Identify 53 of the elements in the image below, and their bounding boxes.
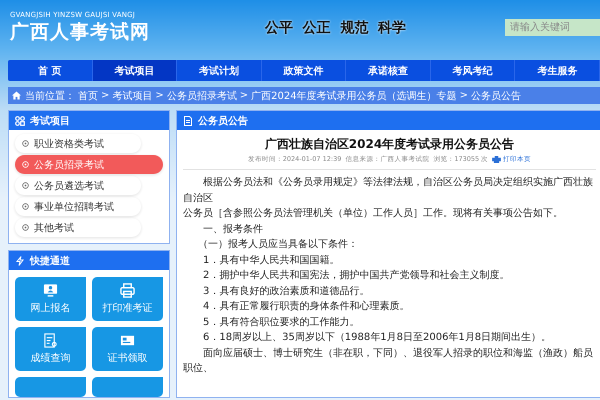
- breadcrumb-separator: >: [155, 90, 164, 101]
- breadcrumb-separator: >: [240, 90, 248, 101]
- breadcrumb-label: 当前位置：: [25, 90, 75, 102]
- article-paragraph: 2．拥护中华人民共和国宪法，拥护中国共产党领导和社会主义制度。: [202, 268, 510, 283]
- article-paragraph: 3．具有良好的政治素质和道德品行。: [202, 284, 370, 298]
- home-icon: [12, 91, 21, 100]
- monitor-person-icon: [43, 283, 58, 298]
- quick-link-tile[interactable]: [15, 377, 86, 397]
- exam-category-item[interactable]: 公务员招录考试: [15, 155, 163, 174]
- card-icon: [120, 333, 135, 348]
- exam-category-item[interactable]: 公务员遴选考试: [15, 176, 141, 195]
- nav-tab[interactable]: 考生服务: [515, 60, 600, 81]
- breadcrumb-link[interactable]: 考试项目: [112, 88, 152, 102]
- panel-title: 快捷通道: [30, 254, 70, 268]
- exam-category-item[interactable]: 职业资格类考试: [15, 134, 141, 153]
- slogan: 公平 公正 规范 科学: [265, 18, 406, 36]
- article-paragraph: 一、报考条件: [202, 222, 264, 236]
- nav-tab[interactable]: 承诺核查: [346, 60, 431, 81]
- circle-icon: [22, 140, 29, 147]
- article-paragraph: 公务员［含参照公务员法管理机关（单位）工作人员］工作。现将有关事项公告如下。: [183, 206, 564, 221]
- breadcrumb-separator: >: [460, 90, 468, 101]
- search-field[interactable]: 请输入关键词: [505, 19, 600, 36]
- panel-title: 公务员公告: [198, 114, 248, 128]
- breadcrumb-link[interactable]: 首页: [78, 88, 98, 102]
- breadcrumb-link[interactable]: 公务员公告: [471, 88, 522, 102]
- article-paragraph: （一）报考人员应当具备以下条件：: [197, 238, 359, 252]
- article-paragraph: 根据公务员法和《公务员录用规定》等法律法规，自治区公务员局决定组织实施广西壮族自治区: [183, 176, 594, 206]
- nav-tab[interactable]: 政策文件: [262, 60, 346, 81]
- article-paragraph: 4．具有正常履行职责的身体条件和心理素质。: [202, 300, 410, 314]
- grid-icon: [15, 116, 25, 126]
- logo-title: 广西人事考试网: [10, 20, 151, 44]
- circle-icon: [22, 161, 29, 168]
- breadcrumb-link[interactable]: 广西2024年度考试录用公务员（选调生）专题: [251, 88, 457, 102]
- breadcrumb-link[interactable]: 公务员招录考试: [166, 88, 237, 102]
- circle-icon: [22, 224, 29, 231]
- article-title: 广西壮族自治区2024年度考试录用公务员公告: [264, 136, 516, 153]
- circle-icon: [22, 182, 29, 189]
- breadcrumb-separator: >: [101, 90, 110, 101]
- article-paragraph: 5．具有符合职位要求的工作能力。: [202, 316, 360, 330]
- lightning-icon: [15, 256, 25, 266]
- article-paragraph: 面向应届硕士、博士研究生（非在职，下同）、退役军人招录的职位和海监（渔政）船员职位、: [183, 346, 594, 376]
- article-paragraph: 6．18周岁以上、35周岁以下（1988年1月8日至2006年1月8日期间出生）。: [202, 330, 552, 345]
- panel-title: 考试项目: [30, 114, 70, 128]
- article-paragraph: 1．具有中华人民共和国国籍。: [202, 254, 340, 268]
- exam-category-item[interactable]: 事业单位招聘考试: [15, 197, 141, 216]
- exam-category-item[interactable]: 其他考试: [15, 218, 141, 237]
- nav-tab[interactable]: 考试计划: [177, 60, 262, 81]
- circle-icon: [22, 203, 29, 210]
- quick-link-tile[interactable]: [92, 377, 163, 397]
- document-icon: [183, 116, 193, 126]
- document-search-icon: [43, 333, 58, 348]
- nav-tab[interactable]: 考风考纪: [430, 60, 516, 81]
- nav-tab[interactable]: 考试项目: [92, 60, 178, 81]
